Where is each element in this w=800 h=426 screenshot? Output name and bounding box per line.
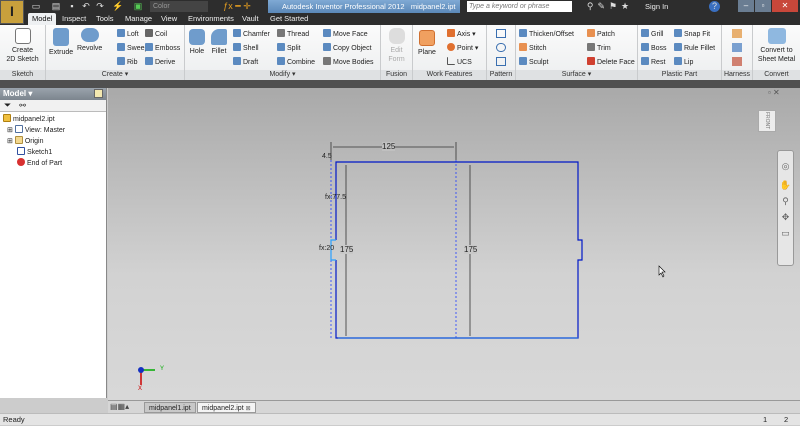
window-controls[interactable]: ▫ ✕ (768, 88, 780, 97)
zoom-icon[interactable]: ⚲ (778, 196, 793, 207)
status-text: Ready (3, 415, 25, 424)
mouse-cursor-icon (658, 265, 666, 278)
status-count-1: 1 (763, 415, 768, 424)
origin-indicator-icon (138, 367, 144, 373)
dimension-fx-20[interactable]: fx:20 (319, 245, 334, 252)
viewcube[interactable]: FRONT (758, 110, 776, 132)
axis-y-label: Y (160, 366, 165, 372)
application-menu-button[interactable]: I (0, 0, 24, 24)
axis-x-label: X (138, 386, 143, 392)
navigation-bar: ◎ ✋ ⚲ ✥ ▭ (777, 150, 794, 266)
status-bar: Ready 1 2 (0, 413, 800, 425)
close-tab-icon[interactable]: ⊠ (246, 406, 251, 412)
sketch-drawing (138, 142, 666, 385)
look-at-icon[interactable]: ▭ (778, 228, 793, 239)
sketch-profile (335, 161, 583, 339)
doc-tab-midpanel1[interactable]: midpanel1.ipt (144, 402, 196, 413)
dimension-height-left[interactable]: 175 (340, 245, 354, 254)
doc-tab-midpanel2[interactable]: midpanel2.ipt ⊠ (197, 402, 256, 413)
tile-windows-icon[interactable]: ▤▦▴ (110, 402, 129, 411)
steering-wheel-icon[interactable]: ◎ (778, 161, 793, 172)
pan-icon[interactable]: ✋ (778, 180, 793, 191)
dimension-height-mid[interactable]: 175 (464, 245, 478, 254)
orbit-icon[interactable]: ✥ (778, 212, 793, 223)
dimension-fx-77-5[interactable]: fx:77.5 (325, 194, 346, 201)
dimension-offset[interactable]: 4.5 (322, 153, 332, 160)
status-count-2: 2 (784, 415, 789, 424)
dimension-width[interactable]: 125 (382, 142, 396, 151)
